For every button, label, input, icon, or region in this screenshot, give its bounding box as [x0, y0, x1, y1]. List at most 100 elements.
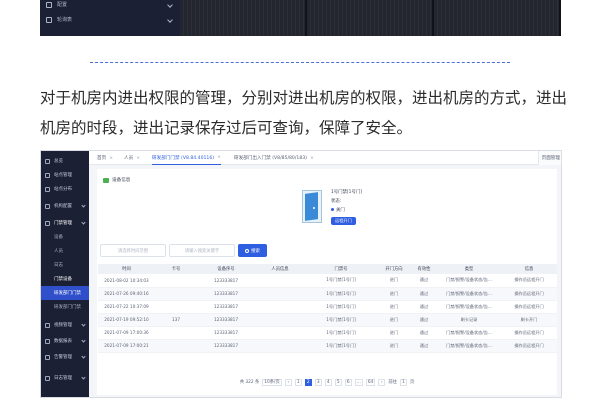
close-icon[interactable]: ×: [310, 156, 314, 161]
sidebar-item-site[interactable]: 站点管理: [41, 168, 89, 182]
table-cell: 2021-08-02 10:34:03: [98, 274, 155, 288]
top-sidebar-item[interactable]: 配置: [46, 1, 67, 8]
sidebar-item-video[interactable]: 视频管理: [41, 318, 89, 332]
table-cell: 2021-07-19 09:52:10: [98, 313, 155, 327]
records-table: 时间 卡号 设备序号 人员信息 门禁号 开门方向 有效性 类型 信息 2021-08-02 10…: [98, 264, 557, 353]
goto-page-input[interactable]: 1: [399, 378, 407, 386]
video-cell[interactable]: [180, 0, 305, 36]
sidebar-subitem-rd-door-active[interactable]: 研发部门门禁: [41, 286, 89, 300]
tab-home[interactable]: 首页 ×: [97, 151, 113, 165]
table-cell: 刷卡记录: [437, 313, 501, 327]
sidebar-item-distribution[interactable]: 站点分布: [41, 182, 89, 196]
table-body: 2021-08-02 10:34:03 123333817 1号门禁[1号门] 进门通…: [98, 274, 557, 353]
table-cell: [155, 274, 197, 288]
table-row[interactable]: 2021-07-19 09:52:10 137 123333817 1号门禁[1号门]…: [98, 313, 557, 327]
sidebar-item-report[interactable]: 数据报表: [41, 334, 89, 348]
door-icon: [302, 190, 322, 223]
table-row[interactable]: 2021-08-02 10:34:03 123333817 1号门禁[1号门] 进门通…: [98, 274, 557, 288]
table-cell: [255, 339, 305, 353]
sidebar-item-access[interactable]: 门禁管理: [41, 216, 89, 230]
table-cell: [255, 313, 305, 327]
table-cell: 进门: [377, 339, 411, 353]
column-header: 有效性: [411, 264, 437, 274]
page-number-button[interactable]: 1: [294, 378, 302, 386]
sidebar-subitem-log[interactable]: 日志: [41, 258, 89, 272]
table-cell: 操作员远程开门: [501, 287, 557, 301]
status-dot-icon: [331, 208, 334, 211]
poll-icon: [46, 16, 52, 23]
sidebar-subitem-access-device[interactable]: 门禁设备: [41, 272, 89, 286]
main-content: 设备信息 1号门禁[1号门] 状态: 关门 远程开门 请选择时间范围 请输入搜索…: [97, 169, 557, 395]
close-icon[interactable]: ×: [136, 156, 140, 161]
page-number-button[interactable]: 4: [324, 378, 332, 386]
config-icon: [46, 1, 52, 8]
prev-page-button[interactable]: ‹: [284, 378, 292, 386]
table-cell: 通过: [411, 339, 437, 353]
log-icon: [45, 375, 50, 381]
top-sidebar-item[interactable]: 轮询表: [46, 16, 72, 23]
page-number-button[interactable]: 5: [334, 378, 342, 386]
tab-rd-door-io[interactable]: 研发部门出入门禁 (V8/85/80/183) ×: [234, 151, 314, 165]
time-range-input[interactable]: 请选择时间范围: [100, 244, 166, 257]
table-row[interactable]: 2021-07-09 17:00:21 123333817 1号门禁[1号门] 进门通…: [98, 339, 557, 353]
sidebar-item-label: 数据报表: [54, 339, 72, 344]
table-row[interactable]: 2021-07-09 17:00:36 123333817 1号门禁[1号门] 进门通…: [98, 326, 557, 340]
video-grid: [180, 0, 561, 36]
column-header: 门禁号: [305, 264, 377, 274]
table-cell: 通过: [411, 313, 437, 327]
sidebar-item-label: 站点管理: [54, 173, 72, 178]
keyword-input[interactable]: 请输入搜索关键字: [169, 244, 235, 257]
map-icon: [45, 186, 50, 192]
pagination: 共 322 条 10条/页 ‹ 1 2 3 4 5 6... 64 › 前往 1 页: [97, 376, 557, 388]
page-number-button[interactable]: 3: [314, 378, 322, 386]
sidebar-item-org[interactable]: 机构配置: [41, 199, 89, 213]
page-number-button[interactable]: 64: [365, 378, 376, 386]
sidebar-item-label: 门禁设备: [54, 277, 72, 282]
close-icon[interactable]: ×: [217, 155, 221, 160]
sidebar-item-label: 日志管理: [54, 376, 72, 381]
chevron-down-icon: [81, 375, 86, 380]
table-cell: 1号门禁[1号门]: [305, 326, 377, 340]
search-button[interactable]: 搜索: [238, 244, 267, 257]
table-row[interactable]: 2021-07-26 09:40:16 123333817 1号门禁[1号门] 进门通…: [98, 287, 557, 301]
tab-person[interactable]: 人员 ×: [124, 151, 140, 165]
table-cell: 123333817: [197, 300, 255, 314]
sidebar-item-overview[interactable]: 总览: [41, 154, 89, 168]
table-cell: 门禁/报警/设备状态/告...: [437, 326, 501, 340]
next-page-button[interactable]: ›: [378, 378, 386, 386]
page-number-button[interactable]: 2: [304, 378, 312, 386]
table-cell: 操作员远程开门: [501, 339, 557, 353]
sidebar-item-label: 站点分布: [54, 187, 72, 192]
goto-label: 前往: [388, 380, 397, 385]
tab-label: 人员: [124, 156, 134, 161]
tab-label: 首页: [97, 156, 107, 161]
close-icon[interactable]: ×: [109, 156, 113, 161]
alarm-icon: [45, 354, 50, 360]
sidebar-item-alarm[interactable]: 告警管理: [41, 350, 89, 364]
page-ellipsis: ...: [354, 378, 363, 386]
page-manage-button[interactable]: 页面管理: [537, 151, 561, 165]
chevron-down-icon: [81, 338, 86, 343]
sidebar-item-logmgmt[interactable]: 日志管理: [41, 371, 89, 385]
table-cell: 123333817: [197, 326, 255, 340]
table-cell: [155, 287, 197, 301]
page-size-select[interactable]: 10条/页: [262, 378, 282, 386]
table-cell: 123333817: [197, 287, 255, 301]
door-name: 1号门禁[1号门]: [331, 190, 362, 195]
door-icon: [45, 220, 50, 226]
page-number-button[interactable]: 6: [344, 378, 352, 386]
sidebar-subitem-device[interactable]: 设备: [41, 230, 89, 244]
video-cell[interactable]: [307, 0, 432, 36]
tab-rd-door[interactable]: 研发部门门禁 (V8.84.40116) ×: [152, 151, 221, 165]
table-cell: 操作员远程开门: [501, 326, 557, 340]
door-info: 1号门禁[1号门] 状态: 关门 远程开门: [331, 188, 362, 226]
table-row[interactable]: 2021-07-22 10:37:09 123333817 1号门禁[1号门] 进门通…: [98, 300, 557, 314]
sidebar-subitem-rd-door[interactable]: 研发部门门禁: [41, 300, 89, 314]
chevron-down-icon: [81, 354, 86, 359]
door-status: 关门: [331, 206, 362, 215]
video-cell[interactable]: [434, 0, 559, 36]
site-icon: [45, 172, 50, 178]
sidebar-subitem-person[interactable]: 人员: [41, 244, 89, 258]
column-header: 时间: [98, 264, 155, 274]
remote-open-button[interactable]: 远程开门: [331, 217, 356, 225]
